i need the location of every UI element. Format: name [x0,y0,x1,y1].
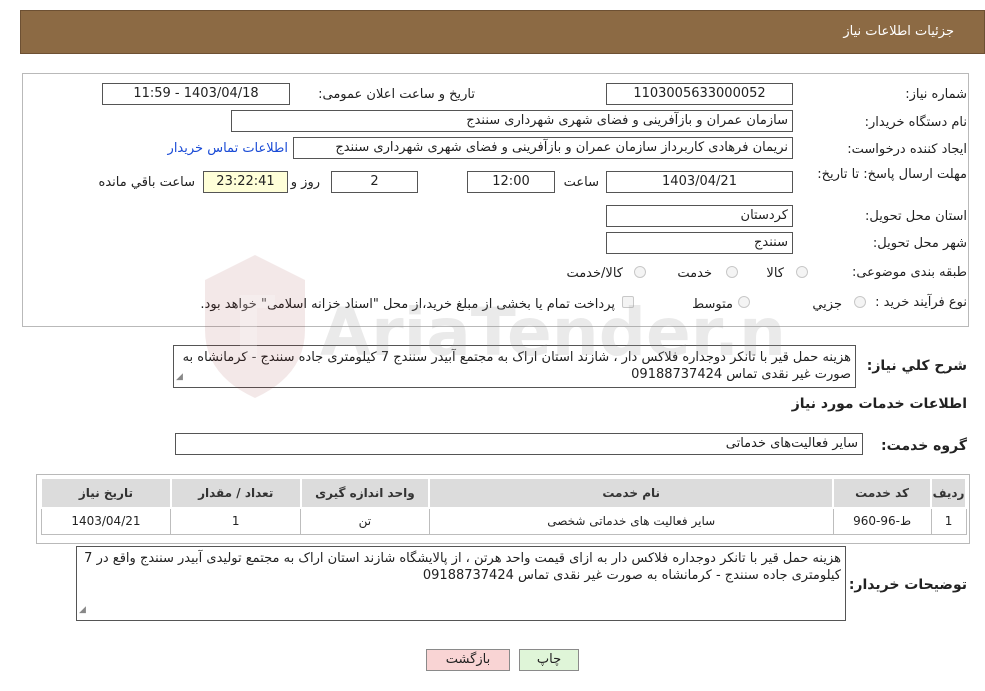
col-header-row: ردیف [930,477,967,509]
category-radio-goods[interactable] [796,266,808,278]
requester-field[interactable]: نریمان فرهادی کاربرداز سازمان عمران و با… [293,137,793,159]
days-and-label: روز و [290,175,320,190]
summary-textarea[interactable]: هزینه حمل قیر با تانکر دوجداره فلاکس دار… [173,345,856,388]
back-button[interactable]: بازگشت [426,649,510,671]
table-row[interactable]: 1 ط-96-960 سایر فعالیت های خدماتی شخصی ت… [40,507,967,535]
page-title: جزئیات اطلاعات نیاز [843,24,954,39]
purchase-radio-minor[interactable] [854,296,866,308]
summary-text: هزینه حمل قیر با تانکر دوجداره فلاکس دار… [182,350,851,382]
deadline-date-field[interactable]: 1403/04/21 [606,171,793,193]
category-goods-label: کالا [766,266,784,281]
col-header-code: کد خدمت [832,477,933,509]
buyer-org-label: نام دستگاه خریدار: [864,115,967,130]
buyer-org-field[interactable]: سازمان عمران و بازآفرینی و فضای شهری شهر… [231,110,793,132]
col-header-date: تاریخ نیاز [40,477,172,509]
announce-datetime-field[interactable]: 1403/04/18 - 11:59 [102,83,290,105]
cell-qty: 1 [170,507,302,535]
resize-grip-icon[interactable]: ◢ [176,369,183,386]
category-label: طبقه بندی موضوعی: [851,265,967,280]
city-label: شهر محل تحویل: [872,236,967,251]
summary-label: شرح کلي نياز: [866,358,967,374]
purchase-minor-label: جزیي [812,297,842,312]
category-goods-service-label: کالا/خدمت [566,266,623,281]
remaining-label: ساعت باقي مانده [98,175,195,190]
remaining-time-field: 23:22:41 [203,171,288,193]
days-field[interactable]: 2 [331,171,418,193]
services-info-heading: اطلاعات خدمات مورد نياز [791,396,967,412]
city-field[interactable]: سنندج [606,232,793,254]
cell-row: 1 [930,507,967,535]
cell-code: ط-96-960 [832,507,932,535]
purchase-radio-medium[interactable] [738,296,750,308]
contact-buyer-link[interactable]: اطلاعات تماس خریدار [168,141,288,156]
purchase-type-label: نوع فرآیند خرید : [875,295,967,310]
cell-name: سایر فعالیت های خدماتی شخصی [428,507,834,535]
page-header: جزئیات اطلاعات نیاز [20,10,985,54]
buyer-notes-textarea[interactable]: هزینه حمل قیر با تانکر دوجداره فلاکس دار… [76,546,846,621]
province-field[interactable]: کردستان [606,205,793,227]
purchase-note: پرداخت تمام یا بخشی از مبلغ خرید،از محل … [200,297,615,312]
services-table: ردیف کد خدمت نام خدمت واحد اندازه گیری ت… [40,477,967,535]
purchase-medium-label: متوسط [692,297,733,312]
col-header-qty: تعداد / مقدار [169,477,302,509]
need-number-field[interactable]: 1103005633000052 [606,83,793,105]
category-service-label: خدمت [677,266,712,281]
service-group-field[interactable]: سایر فعالیت‌های خدماتی [175,433,863,455]
buyer-notes-label: توضیحات خریدار: [848,577,967,593]
service-group-label: گروه خدمت: [881,438,967,454]
buyer-notes-text: هزینه حمل قیر با تانکر دوجداره فلاکس دار… [84,551,841,583]
print-button[interactable]: چاپ [519,649,579,671]
cell-date: 1403/04/21 [40,507,172,535]
deadline-time-field[interactable]: 12:00 [467,171,555,193]
resize-grip-icon[interactable]: ◢ [79,602,86,619]
category-radio-goods-service[interactable] [634,266,646,278]
col-header-name: نام خدمت [428,477,835,509]
need-number-label: شماره نیاز: [905,87,967,102]
treasury-checkbox[interactable] [622,296,634,308]
cell-unit: تن [300,507,430,535]
province-label: استان محل تحویل: [865,209,967,224]
deadline-label: مهلت ارسال پاسخ: تا تاریخ: [817,167,967,182]
deadline-time-label: ساعت [563,175,599,190]
requester-label: ایجاد کننده درخواست: [847,142,967,157]
category-radio-service[interactable] [726,266,738,278]
announce-datetime-label: تاریخ و ساعت اعلان عمومی: [318,87,475,102]
col-header-unit: واحد اندازه گیری [299,477,431,509]
